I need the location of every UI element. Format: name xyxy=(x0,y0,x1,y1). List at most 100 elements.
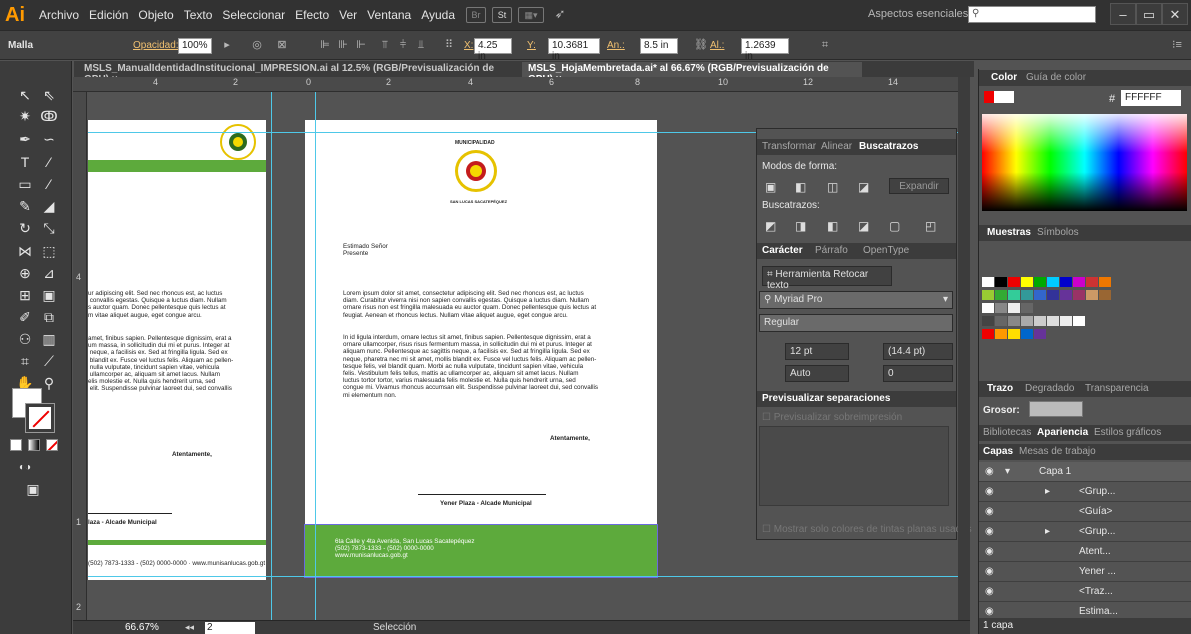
guide-horizontal[interactable] xyxy=(88,576,958,577)
intersect-icon[interactable]: ◫ xyxy=(827,180,838,194)
menu-ver[interactable]: Ver xyxy=(334,8,362,22)
none-mode-icon[interactable] xyxy=(46,439,58,451)
color-mode-icon[interactable] xyxy=(10,439,22,451)
eraser-icon[interactable]: ◢ xyxy=(38,196,60,216)
tab-degradado[interactable]: Degradado xyxy=(1025,383,1074,394)
opacity-arrow-icon[interactable]: ▸ xyxy=(220,39,234,52)
align-center-icon[interactable]: ⊪ xyxy=(336,39,350,52)
line-tool-icon[interactable]: ⁄ xyxy=(38,152,60,172)
mesh-tool-icon[interactable]: ⊞ xyxy=(14,285,36,305)
x-label[interactable]: X: xyxy=(464,40,473,51)
panel-menu-icon[interactable]: ⁝≡ xyxy=(1170,39,1184,52)
height-label[interactable]: Al.: xyxy=(710,40,724,51)
align-left-icon[interactable]: ⊫ xyxy=(318,39,332,52)
y-input[interactable]: 10.3681 in xyxy=(548,38,600,62)
tab-parrafo[interactable]: Párrafo xyxy=(815,245,848,256)
align-middle-icon[interactable]: ⫩ xyxy=(396,39,410,52)
artboard-tool-icon[interactable]: ⌗ xyxy=(14,351,36,371)
tab-muestras[interactable]: Muestras xyxy=(987,227,1031,238)
gradient-tool-icon[interactable]: ▣ xyxy=(38,285,60,305)
layer-row[interactable]: ◉ <Traz... xyxy=(979,582,1191,602)
help-search-input[interactable]: ⚲ xyxy=(968,6,1096,23)
gradient-mode-icon[interactable] xyxy=(28,439,40,451)
font-size-input[interactable]: 12 pt xyxy=(785,343,849,360)
unite-icon[interactable]: ▣ xyxy=(765,180,776,194)
tab-capas[interactable]: Capas xyxy=(983,446,1013,457)
vertical-ruler[interactable]: 4 1 2 xyxy=(73,92,87,620)
gpu-rocket-icon[interactable]: ➶ xyxy=(550,7,570,23)
align-top-icon[interactable]: ⫪ xyxy=(378,39,392,52)
minimize-button[interactable]: – xyxy=(1110,3,1136,25)
eye-icon[interactable]: ◉ xyxy=(985,526,994,537)
direct-selection-tool-icon[interactable]: ⇖ xyxy=(38,85,60,105)
transform-icon[interactable]: ⌗ xyxy=(818,39,832,52)
menu-seleccionar[interactable]: Seleccionar xyxy=(217,8,290,22)
layer-row[interactable]: ◉ Atent... xyxy=(979,542,1191,562)
selection-tool-icon[interactable]: ↖ xyxy=(14,85,36,105)
guide-vertical[interactable] xyxy=(315,92,316,620)
align-right-icon[interactable]: ⊩ xyxy=(354,39,368,52)
stroke-weight-input[interactable] xyxy=(1029,401,1083,417)
menu-efecto[interactable]: Efecto xyxy=(290,8,334,22)
tracking-input[interactable]: 0 xyxy=(883,365,953,382)
curvature-tool-icon[interactable]: ∽ xyxy=(38,129,60,149)
eye-icon[interactable]: ◉ xyxy=(985,506,994,517)
tab-hoja-membretada[interactable]: MSLS_HojaMembretada.ai* al 66.67% (RGB/P… xyxy=(522,62,862,85)
canvas-vertical-scrollbar[interactable] xyxy=(958,77,970,620)
overprint-checkbox[interactable]: ☐ Previsualizar sobreimpresión xyxy=(762,412,902,424)
width-input[interactable]: 8.5 in xyxy=(640,38,678,54)
expand-arrow-icon[interactable]: ▸ xyxy=(1045,486,1050,497)
layer-row[interactable]: ◉ Yener ... xyxy=(979,562,1191,582)
tab-transparencia[interactable]: Transparencia xyxy=(1085,383,1149,394)
artboard-main[interactable]: MUNICIPALIDAD SAN LUCAS SACATEPÉQUEZ Est… xyxy=(305,120,657,578)
eye-icon[interactable]: ◉ xyxy=(985,466,994,477)
opacity-label[interactable]: Opacidad: xyxy=(133,40,179,51)
graph-tool-icon[interactable]: ▥ xyxy=(38,329,60,349)
eye-icon[interactable]: ◉ xyxy=(985,566,994,577)
divide-icon[interactable]: ◩ xyxy=(765,219,776,233)
opacity-input[interactable]: 100% xyxy=(178,38,212,54)
outline-icon[interactable]: ▢ xyxy=(889,219,900,233)
tab-estilos-graficos[interactable]: Estilos gráficos xyxy=(1094,427,1161,438)
align-icon[interactable]: ⊠ xyxy=(275,39,289,52)
bridge-icon[interactable]: Br xyxy=(466,7,487,23)
maximize-button[interactable]: ▭ xyxy=(1136,3,1162,25)
rectangle-tool-icon[interactable]: ▭ xyxy=(14,174,36,194)
leading-input[interactable]: (14.4 pt) xyxy=(883,343,953,360)
touch-type-button[interactable]: ⌗ Herramienta Retocar texto xyxy=(762,266,892,291)
tab-transformar[interactable]: Transformar xyxy=(762,141,816,152)
pencil-icon[interactable]: ✎ xyxy=(14,196,36,216)
spot-colors-checkbox[interactable]: ☐ Mostrar solo colores de tintas planas … xyxy=(762,524,972,536)
eye-icon[interactable]: ◉ xyxy=(985,546,994,557)
pen-tool-icon[interactable]: ✒ xyxy=(14,129,36,149)
font-style-select[interactable]: Regular xyxy=(759,314,953,332)
workspace-switcher[interactable]: Aspectos esenciales ▾ xyxy=(868,7,977,20)
tab-apariencia[interactable]: Apariencia xyxy=(1037,427,1088,438)
magic-wand-icon[interactable]: ✷ xyxy=(14,106,36,126)
menu-objeto[interactable]: Objeto xyxy=(133,8,178,22)
width-label[interactable]: An.: xyxy=(607,40,625,51)
crop-icon[interactable]: ◪ xyxy=(858,219,869,233)
arrange-docs-icon[interactable]: ▦▾ xyxy=(518,7,545,23)
eye-icon[interactable]: ◉ xyxy=(985,586,994,597)
guide-vertical[interactable] xyxy=(271,92,272,620)
recolor-icon[interactable]: ◎ xyxy=(250,39,264,52)
footer-green-band[interactable]: 6ta Calle y 4ta Avenida, San Lucas Sacat… xyxy=(304,524,658,578)
font-family-select[interactable]: ⚲ Myriad Pro ▾ xyxy=(759,291,953,309)
kerning-input[interactable]: Auto xyxy=(785,365,849,382)
tab-simbolos[interactable]: Símbolos xyxy=(1037,227,1079,238)
slice-tool-icon[interactable]: ⟋ xyxy=(38,351,60,371)
tab-bibliotecas[interactable]: Bibliotecas xyxy=(983,427,1031,438)
tab-buscatrazos[interactable]: Buscatrazos xyxy=(859,141,918,152)
shape-builder-icon[interactable]: ⊕ xyxy=(14,263,36,283)
fill-stroke-mini[interactable] xyxy=(984,91,1014,103)
stock-icon[interactable]: St xyxy=(492,7,513,23)
scale-tool-icon[interactable]: ⤡ xyxy=(38,218,60,238)
menu-texto[interactable]: Texto xyxy=(179,8,218,22)
layer-row[interactable]: ◉ ▸ <Grup... xyxy=(979,482,1191,502)
color-spectrum[interactable] xyxy=(982,114,1187,211)
reference-point-icon[interactable]: ⠿ xyxy=(442,39,456,52)
eyedropper-icon[interactable]: ✐ xyxy=(14,307,36,327)
tab-color[interactable]: Color xyxy=(991,72,1017,83)
constrain-link-icon[interactable]: ⛓ xyxy=(694,39,708,52)
